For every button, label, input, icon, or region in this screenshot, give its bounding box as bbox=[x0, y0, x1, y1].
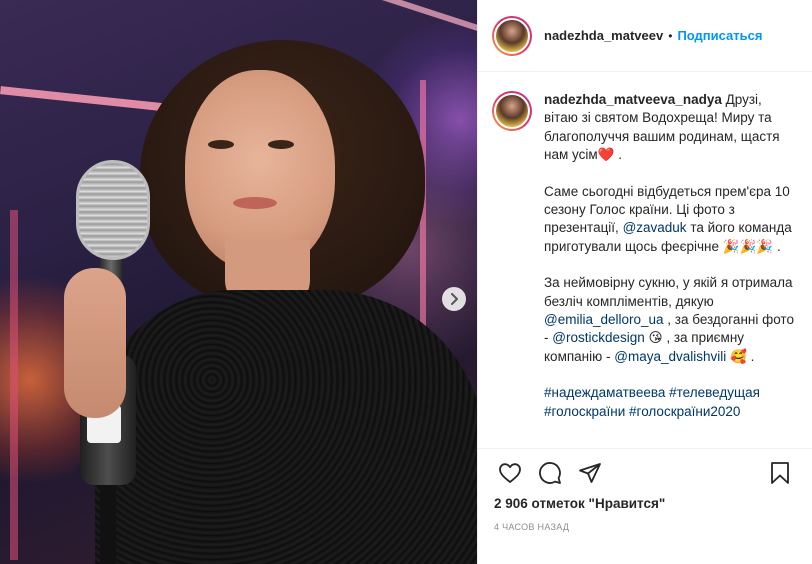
person-eye bbox=[208, 140, 234, 149]
person-eye bbox=[268, 140, 294, 149]
caption-area[interactable]: nadezhda_matveeva_nadya Друзі, вітаю зі … bbox=[478, 73, 812, 447]
next-photo-button[interactable] bbox=[442, 287, 466, 311]
chevron-right-icon bbox=[451, 293, 458, 305]
mention-link[interactable]: @zavaduk bbox=[623, 220, 687, 235]
microphone-head bbox=[76, 160, 150, 260]
caption-text-segment: . bbox=[614, 147, 622, 163]
mention-link[interactable]: @maya_dvalishvili bbox=[614, 349, 726, 364]
like-button[interactable] bbox=[490, 453, 530, 493]
post-photo[interactable] bbox=[0, 0, 477, 564]
likes-count[interactable]: 2 906 отметок "Нравится" bbox=[494, 496, 665, 511]
share-button[interactable] bbox=[570, 453, 610, 493]
caption-paragraph: За неймовірну сукню, у якій я отримала б… bbox=[544, 274, 798, 366]
hashtags[interactable]: #надеждаматвеева #телеведущая #голоскраї… bbox=[544, 384, 798, 421]
post-header: nadezhda_matveev • Подписаться bbox=[478, 0, 812, 72]
person-lips bbox=[233, 197, 277, 209]
post-timestamp[interactable]: 4 часов назад bbox=[494, 522, 569, 532]
caption-paragraph: nadezhda_matveeva_nadya Друзі, вітаю зі … bbox=[544, 91, 798, 165]
caption-text-segment: . bbox=[773, 238, 781, 254]
avatar-image bbox=[494, 17, 530, 54]
smile-hearts-emoji: 🥰 bbox=[730, 348, 747, 364]
caption-text: nadezhda_matveeva_nadya Друзі, вітаю зі … bbox=[544, 91, 798, 439]
mention-link[interactable]: @rostickdesign bbox=[552, 330, 645, 345]
comment-button[interactable] bbox=[530, 453, 570, 493]
neon-beam bbox=[0, 86, 170, 112]
comment-icon bbox=[539, 461, 561, 484]
action-bar bbox=[478, 448, 812, 496]
caption-text-segment: За неймовірну сукню, у якій я отримала б… bbox=[544, 275, 793, 309]
caption-text-segment: . bbox=[746, 348, 755, 364]
person-hand bbox=[64, 268, 126, 418]
avatar-image bbox=[494, 93, 530, 129]
neon-beam bbox=[10, 210, 18, 560]
author-username[interactable]: nadezhda_matveev bbox=[544, 28, 663, 43]
heart-icon bbox=[499, 462, 521, 483]
bookmark-icon bbox=[771, 461, 789, 484]
separator-dot: • bbox=[668, 28, 673, 43]
lace-dress bbox=[95, 290, 477, 564]
follow-button[interactable]: Подписаться bbox=[677, 28, 762, 43]
post-side-panel: nadezhda_matveev • Подписаться nadezhda_… bbox=[477, 0, 812, 564]
mic-stand bbox=[100, 480, 116, 564]
caption-row: nadezhda_matveeva_nadya Друзі, вітаю зі … bbox=[492, 91, 798, 439]
author-avatar[interactable] bbox=[492, 15, 532, 56]
caption-username[interactable]: nadezhda_matveeva_nadya bbox=[544, 92, 722, 107]
caption-avatar[interactable] bbox=[492, 91, 532, 131]
kiss-emoji: 😘 bbox=[648, 330, 663, 346]
save-button[interactable] bbox=[760, 453, 800, 493]
party-emoji: 🎉🎉🎉 bbox=[722, 238, 774, 254]
caption-paragraph: Саме сьогодні відбудеться прем'єра 10 се… bbox=[544, 183, 798, 257]
mention-link[interactable]: @emilia_delloro_ua bbox=[544, 312, 664, 327]
share-icon bbox=[579, 462, 601, 483]
heart-emoji: ❤️ bbox=[597, 147, 615, 163]
